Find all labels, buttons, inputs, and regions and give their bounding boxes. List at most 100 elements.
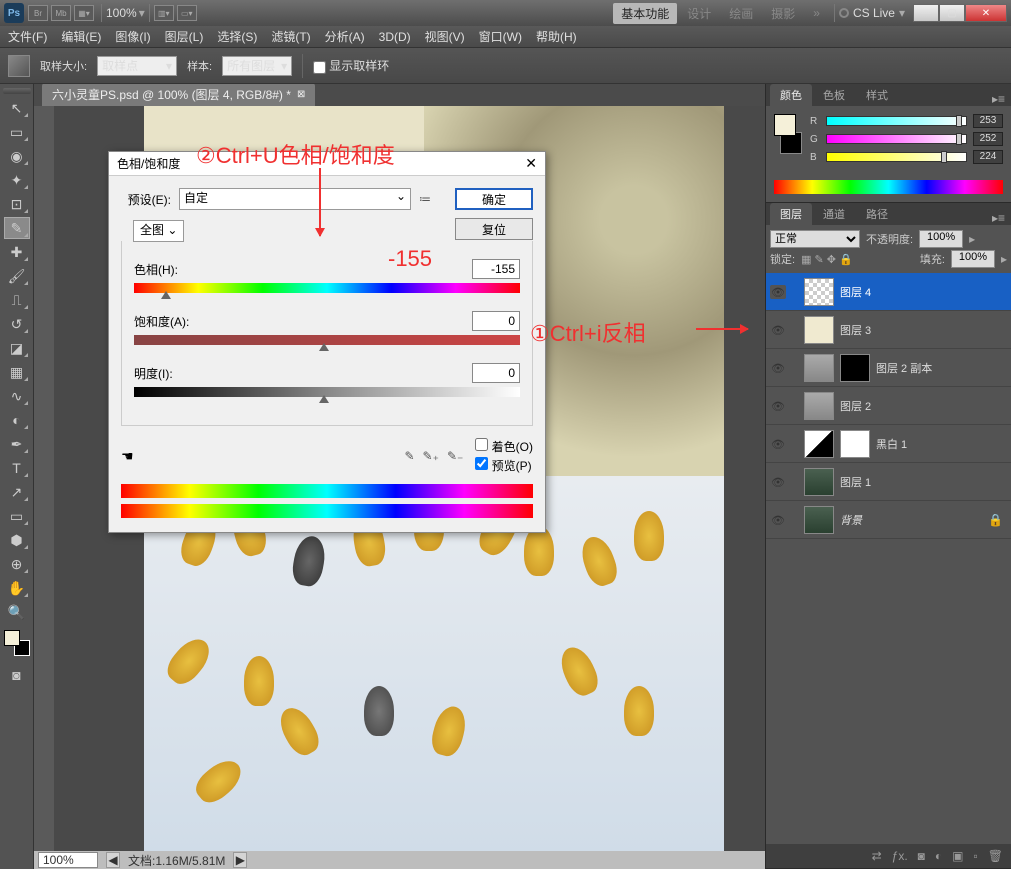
lasso-tool[interactable]: ◉ [4,145,30,167]
arrange-icon[interactable]: ▥▾ [154,5,174,21]
slider-r[interactable] [826,116,967,126]
layer-name[interactable]: 图层 1 [840,474,871,490]
status-nav-left[interactable]: ◀ [106,852,120,868]
crop-tool[interactable]: ⊡ [4,193,30,215]
tab-paths[interactable]: 路径 [856,203,898,225]
visibility-icon[interactable] [770,285,786,299]
layer-fx-icon[interactable]: ƒx. [892,849,908,863]
heal-tool[interactable]: ✚ [4,241,30,263]
layer-mask-thumbnail[interactable] [840,430,870,458]
workspace-more[interactable]: » [805,4,828,22]
preset-menu-icon[interactable]: ≔ [419,192,431,206]
fill-input[interactable]: 100% [951,250,995,268]
eyedropper-sub-icon[interactable]: ✎₋ [447,449,463,463]
cs-live[interactable]: CS Live▾ [839,6,905,20]
layer-row[interactable]: 图层 1 [766,463,1011,501]
3d-tool[interactable]: ⬢ [4,529,30,551]
shape-tool[interactable]: ▭ [4,505,30,527]
link-layers-icon[interactable]: ⇄ [872,849,882,863]
color-spectrum[interactable] [774,180,1003,194]
visibility-icon[interactable] [770,323,786,337]
menu-file[interactable]: 文件(F) [8,28,47,45]
color-fg-bg[interactable] [774,114,802,154]
type-tool[interactable]: T [4,457,30,479]
quickmask-tool[interactable]: ◙ [4,664,30,686]
3d-camera-tool[interactable]: ⊕ [4,553,30,575]
slider-b[interactable] [826,152,967,162]
workspace-basic[interactable]: 基本功能 [613,3,677,24]
minibridge-icon[interactable]: Mb [51,5,71,21]
view-extras-icon[interactable]: ▦▾ [74,5,94,21]
layer-row[interactable]: 图层 2 副本 [766,349,1011,387]
scrub-icon[interactable]: ☚ [121,448,134,465]
eyedropper-tool[interactable]: ✎ [4,217,30,239]
eyedropper-set-icon[interactable]: ✎ [404,449,414,463]
visibility-icon[interactable] [770,437,786,451]
hue-input[interactable] [472,259,520,279]
history-brush-tool[interactable]: ↺ [4,313,30,335]
status-menu[interactable]: ▶ [233,852,247,868]
opacity-input[interactable]: 100% [919,230,963,248]
layer-name[interactable]: 图层 4 [840,284,871,300]
adjustment-layer-icon[interactable]: ◐ [935,849,942,863]
hue-slider[interactable] [134,283,520,293]
layer-name[interactable]: 图层 2 副本 [876,360,932,376]
bridge-icon[interactable]: Br [28,5,48,21]
wand-tool[interactable]: ✦ [4,169,30,191]
tab-color[interactable]: 颜色 [770,84,812,106]
tab-channels[interactable]: 通道 [813,203,855,225]
path-tool[interactable]: ↗ [4,481,30,503]
menu-view[interactable]: 视图(V) [425,28,465,45]
menu-help[interactable]: 帮助(H) [536,28,577,45]
visibility-icon[interactable] [770,513,786,527]
saturation-slider[interactable] [134,335,520,345]
delete-layer-icon[interactable]: 🗑 [988,849,1003,863]
marquee-tool[interactable]: ▭ [4,121,30,143]
layer-name[interactable]: 图层 2 [840,398,871,414]
layer-row[interactable]: 图层 2 [766,387,1011,425]
tab-close-icon[interactable]: ⊠ [297,89,305,100]
layer-name[interactable]: 黑白 1 [876,436,907,452]
show-ring-check[interactable]: 显示取样环 [313,57,389,74]
status-zoom[interactable]: 100% [38,852,98,868]
visibility-icon[interactable] [770,475,786,489]
layer-thumbnail[interactable] [804,392,834,420]
range-select[interactable]: 全图 ⌄ [133,220,184,242]
zoom-level[interactable]: 100% [106,6,137,20]
visibility-icon[interactable] [770,399,786,413]
move-tool[interactable]: ↖ [4,97,30,119]
menu-select[interactable]: 选择(S) [217,28,257,45]
maximize-button[interactable]: ▢ [939,4,965,22]
layer-thumbnail[interactable] [804,278,834,306]
preview-check[interactable]: 预览(P) [475,457,533,474]
layer-row[interactable]: 背景🔒 [766,501,1011,539]
blur-tool[interactable]: ∿ [4,385,30,407]
layer-name[interactable]: 图层 3 [840,322,871,338]
panel-menu-icon[interactable]: ▸≡ [986,92,1011,106]
menu-filter[interactable]: 滤镜(T) [271,28,310,45]
saturation-input[interactable] [472,311,520,331]
menu-window[interactable]: 窗口(W) [479,28,522,45]
menu-image[interactable]: 图像(I) [115,28,150,45]
workspace-paint[interactable]: 绘画 [721,3,761,24]
color-swatch[interactable] [4,630,30,656]
sample-select[interactable]: 所有图层▾ [222,56,292,76]
eyedropper-add-icon[interactable]: ✎₊ [423,449,439,463]
dialog-close-icon[interactable]: ✕ [525,155,537,172]
layers-menu-icon[interactable]: ▸≡ [986,211,1011,225]
close-button[interactable]: ✕ [965,4,1007,22]
layer-thumbnail[interactable] [804,468,834,496]
zoom-tool[interactable]: 🔍 [4,601,30,623]
minimize-button[interactable]: — [913,4,939,22]
layer-thumbnail[interactable] [804,316,834,344]
tab-layers[interactable]: 图层 [770,203,812,225]
panel-grip[interactable] [3,88,31,94]
layer-thumbnail[interactable] [804,506,834,534]
layer-name[interactable]: 背景 [840,512,862,528]
new-layer-icon[interactable]: ▫ [974,849,978,863]
lock-buttons[interactable]: ▦ ✎ ✥ 🔒 [801,253,853,266]
layer-thumbnail[interactable] [804,354,834,382]
menu-3d[interactable]: 3D(D) [379,30,411,44]
tab-swatches[interactable]: 色板 [813,84,855,106]
workspace-photo[interactable]: 摄影 [763,3,803,24]
